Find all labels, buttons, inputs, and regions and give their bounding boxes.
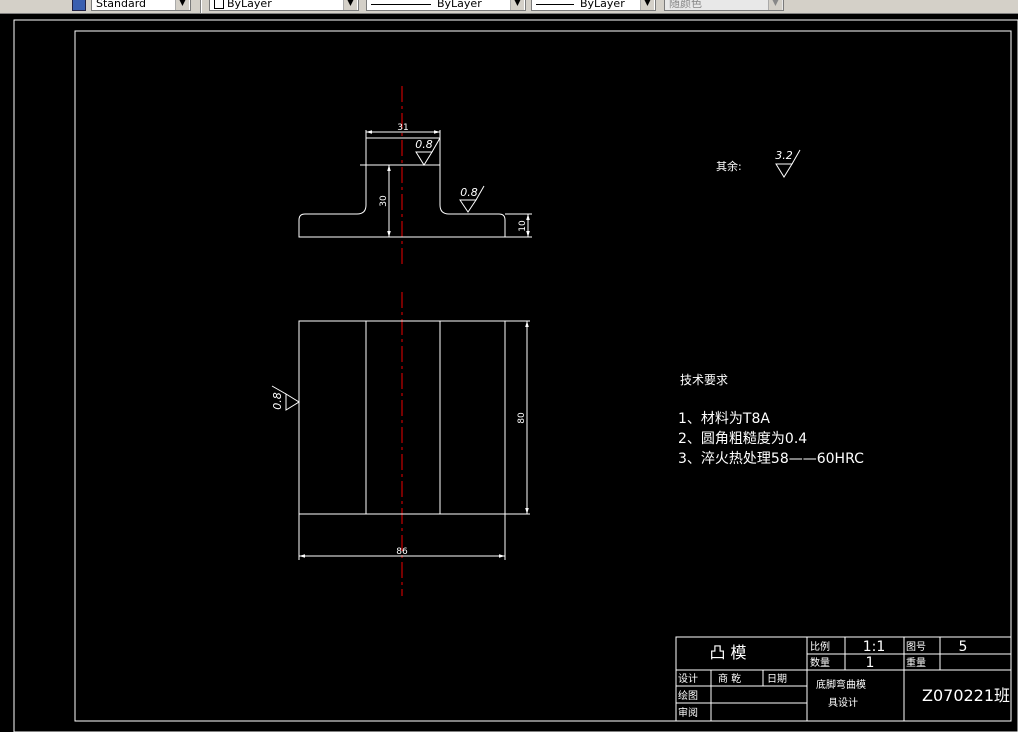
properties-toolbar: Standard ▼ ByLayer ▼ ByLayer ▼ ByLayer ▼… — [0, 0, 1018, 14]
dim-top-width: 31 — [365, 123, 441, 138]
dim-front-height-text: 80 — [517, 412, 527, 424]
dim-flange-height: 10 — [505, 213, 532, 238]
project-name-line1: 底脚弯曲模 — [816, 678, 866, 691]
text-style-select[interactable]: Standard ▼ — [91, 0, 191, 11]
text-style-icon[interactable] — [72, 0, 86, 11]
drawing-canvas[interactable]: 31 30 10 0.8 0.8 80 86 0.8 其余: 3.2 技术要求 … — [0, 14, 1018, 732]
color-swatch-icon — [214, 0, 224, 9]
scale-value: 1:1 — [863, 639, 886, 655]
text-style-value: Standard — [96, 0, 147, 10]
review-label: 审阅 — [678, 706, 698, 719]
chevron-down-icon[interactable]: ▼ — [510, 0, 524, 10]
chevron-down-icon: ▼ — [768, 0, 782, 10]
roughness-side-text: 0.8 — [271, 392, 284, 410]
design-label: 设计 — [678, 672, 698, 685]
roughness-shoulder-text: 0.8 — [460, 186, 478, 199]
inner-border — [74, 30, 1012, 722]
scale-label: 比例 — [810, 640, 830, 653]
chevron-down-icon[interactable]: ▼ — [343, 0, 357, 10]
tech-req-item: 1、材料为T8A — [678, 411, 770, 427]
date-label: 日期 — [767, 673, 787, 685]
roughness-mark-top: 0.8 — [415, 137, 441, 166]
drawing-no-value: 5 — [959, 639, 968, 655]
rest-note-label: 其余: — [716, 159, 742, 173]
linetype-select[interactable]: ByLayer ▼ — [366, 0, 526, 11]
drawn-label: 绘图 — [678, 689, 698, 702]
weight-label: 重量 — [906, 656, 926, 669]
designer-name: 商 乾 — [718, 672, 741, 685]
tech-req-item: 3、淬火热处理58——60HRC — [678, 451, 864, 467]
chevron-down-icon[interactable]: ▼ — [640, 0, 654, 10]
qty-value: 1 — [866, 655, 875, 671]
tech-req-title: 技术要求 — [680, 373, 728, 387]
color-value: ByLayer — [227, 0, 272, 10]
chevron-down-icon[interactable]: ▼ — [175, 0, 189, 10]
roughness-mark-rest: 3.2 — [775, 149, 801, 178]
dim-front-width-text: 86 — [396, 547, 408, 557]
lineweight-sample-icon — [536, 3, 574, 5]
dim-flange-height-text: 10 — [518, 220, 528, 232]
dim-top-width-text: 31 — [397, 123, 408, 133]
roughness-mark-shoulder: 0.8 — [459, 185, 485, 213]
dim-top-height-text: 30 — [379, 195, 389, 207]
linetype-value: ByLayer — [437, 0, 482, 10]
class-code: Z070221班 — [922, 686, 1010, 705]
roughness-mark-side: 0.8 — [271, 385, 300, 411]
tech-req-item: 2、圆角粗糙度为0.4 — [678, 431, 807, 447]
project-name-line2: 具设计 — [828, 696, 858, 709]
roughness-top-text: 0.8 — [415, 138, 433, 151]
color-select[interactable]: ByLayer ▼ — [209, 0, 359, 11]
dim-top-height: 30 — [360, 164, 391, 238]
qty-label: 数量 — [810, 656, 830, 669]
plotstyle-value: 随颜色 — [669, 0, 702, 10]
lineweight-select[interactable]: ByLayer ▼ — [531, 0, 656, 11]
rest-note-value: 3.2 — [775, 149, 793, 162]
plotstyle-select: 随颜色 ▼ — [664, 0, 784, 11]
dim-front-height: 80 — [505, 320, 530, 515]
toolbar-separator — [200, 0, 202, 13]
lineweight-value: ByLayer — [580, 0, 625, 10]
drawing-no-label: 图号 — [906, 641, 926, 653]
part-name: 凸 模 — [709, 643, 746, 662]
linetype-sample-icon — [371, 3, 431, 5]
outer-border — [13, 19, 1018, 732]
